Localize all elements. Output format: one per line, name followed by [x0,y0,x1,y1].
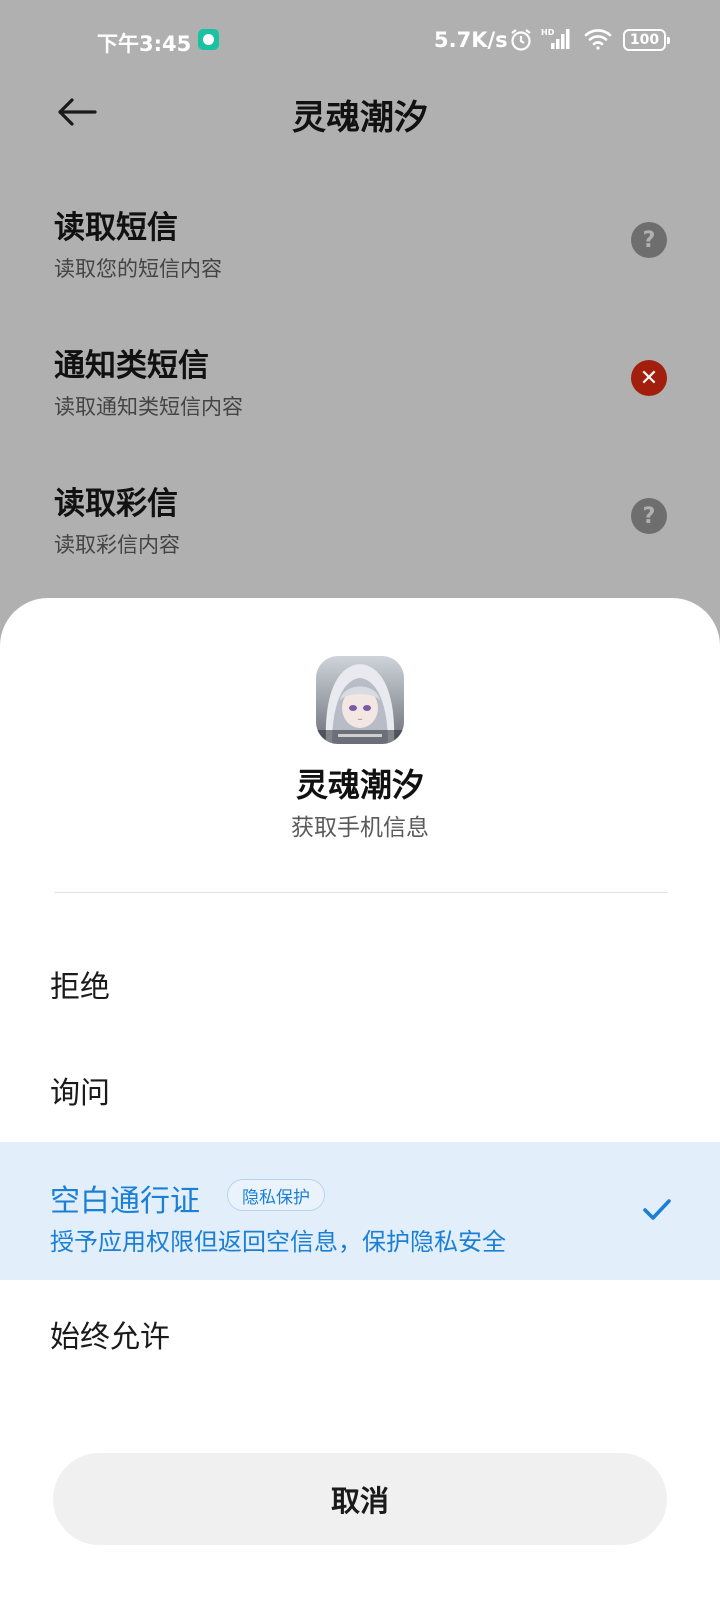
sheet-app-name: 灵魂潮汐 [295,766,424,804]
cancel-button[interactable]: 取消 [53,1453,667,1545]
privacy-badge: 隐私保护 [227,1179,325,1211]
option-label: 空白通行证 [50,1184,200,1219]
page-title: 灵魂潮汐 [292,98,428,138]
permission-title: 读取彩信 [54,486,178,522]
permission-subtitle: 读取通知类短信内容 [54,395,243,419]
option-description: 授予应用权限但返回空信息，保护隐私安全 [50,1228,506,1256]
option-label: 始终允许 [50,1320,170,1355]
battery-icon: 100 [623,29,670,51]
app-icon [316,656,404,744]
permission-item-read-mms[interactable]: 读取彩信 读取彩信内容 ? [54,478,694,568]
cell-signal-icon: HD [541,27,573,56]
status-time: 下午3:45 [97,32,192,56]
network-speed: 5.7K/s [434,28,508,52]
permission-item-notification-sms[interactable]: 通知类短信 读取通知类短信内容 ✕ [54,340,694,430]
wifi-icon [583,27,615,56]
option-deny[interactable]: 拒绝 [0,930,720,1038]
option-ask[interactable]: 询问 [0,1036,720,1144]
option-label: 询问 [50,1076,110,1111]
question-icon[interactable]: ? [631,498,667,534]
option-label: 拒绝 [50,970,110,1005]
divider [54,892,668,893]
status-bar: 下午3:45 5.7K/s HD 100 [0,0,720,80]
notification-app-icon [198,29,219,50]
permission-title: 通知类短信 [54,348,209,384]
sheet-permission-subtitle: 获取手机信息 [291,815,429,841]
question-icon[interactable]: ? [631,222,667,258]
option-always-allow[interactable]: 始终允许 [0,1280,720,1388]
option-blank-pass[interactable]: 空白通行证 隐私保护 授予应用权限但返回空信息，保护隐私安全 [0,1142,720,1280]
permission-title: 读取短信 [54,210,178,246]
alarm-icon [508,27,534,58]
permission-subtitle: 读取彩信内容 [54,533,180,557]
permission-bottom-sheet: 灵魂潮汐 获取手机信息 拒绝 询问 空白通行证 隐私保护 授予应用权限但返回空信… [0,598,720,1600]
permission-item-read-sms[interactable]: 读取短信 读取您的短信内容 ? [54,202,694,292]
svg-text:HD: HD [541,28,555,37]
permission-subtitle: 读取您的短信内容 [54,257,222,281]
checkmark-icon [640,1192,674,1226]
denied-icon[interactable]: ✕ [631,360,667,396]
